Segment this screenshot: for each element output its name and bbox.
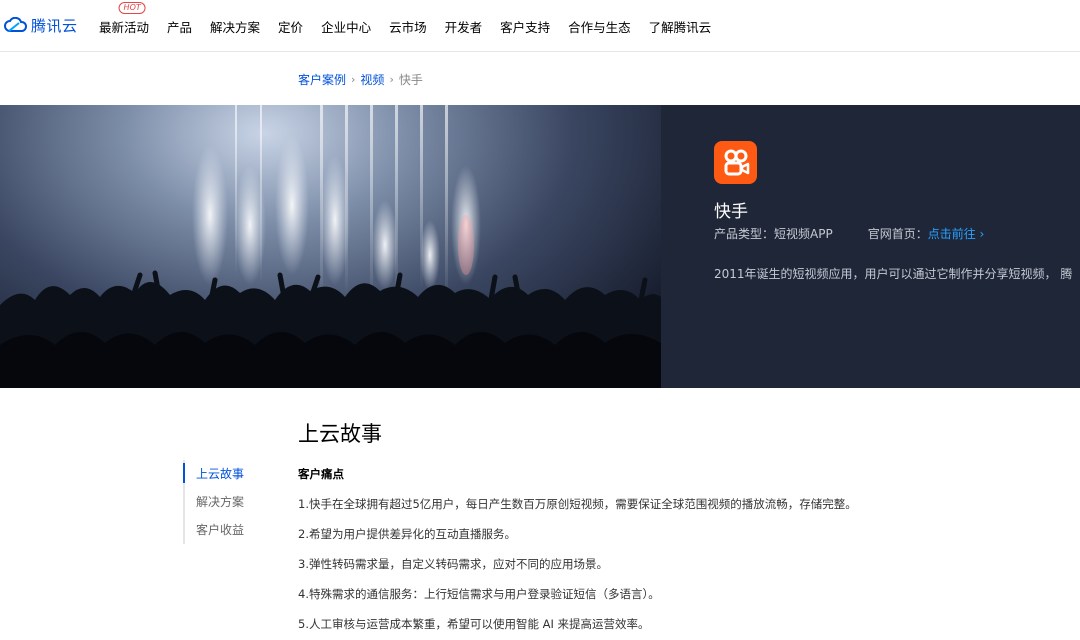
hot-badge: HOT	[118, 1, 146, 14]
nav-item-about[interactable]: 了解腾讯云	[640, 17, 721, 36]
side-nav-benefits[interactable]: 客户收益	[185, 516, 244, 544]
official-site-label: 官网首页：	[867, 227, 928, 241]
main-nav: 最新活动 HOT 产品 解决方案 定价 企业中心 云市场 开发者 客户支持 合作…	[90, 0, 720, 52]
concert-image	[0, 105, 661, 388]
nav-item-support[interactable]: 客户支持	[491, 17, 559, 36]
list-item: 2.希望为用户提供差异化的互动直播服务。	[298, 527, 516, 541]
section-title: 上云故事	[298, 422, 382, 446]
hero-banner: 快手 产品类型：短视频APP 官网首页：点击前往 › 2011年诞生的短视频应用…	[0, 105, 1080, 388]
chevron-right-icon: ›	[389, 72, 394, 86]
nav-item-enterprise[interactable]: 企业中心	[312, 17, 380, 36]
app-meta: 产品类型：短视频APP 官网首页：点击前往 ›	[714, 225, 984, 242]
official-site: 官网首页：点击前往 ›	[868, 225, 985, 242]
app-name: 快手	[714, 202, 748, 222]
top-nav: 腾讯云 最新活动 HOT 产品 解决方案 定价 企业中心 云市场 开发者 客户支…	[0, 0, 1080, 52]
kuaishou-app-icon	[714, 141, 757, 184]
chevron-right-icon: ›	[979, 227, 985, 241]
chevron-right-icon: ›	[351, 72, 356, 86]
list-item: 1.快手在全球拥有超过5亿用户，每日产生数百万原创短视频，需要保证全球范围视频的…	[298, 497, 857, 511]
brand-logo[interactable]: 腾讯云	[4, 14, 78, 36]
nav-item-activities[interactable]: 最新活动 HOT	[90, 1, 158, 36]
breadcrumb-customer-cases[interactable]: 客户案例	[298, 71, 346, 88]
nav-item-products[interactable]: 产品	[158, 17, 201, 36]
cloud-logo-icon	[4, 17, 28, 32]
nav-item-developers[interactable]: 开发者	[436, 17, 492, 36]
side-nav-story[interactable]: 上云故事	[182, 460, 244, 488]
concert-illustration	[0, 105, 661, 388]
product-type: 产品类型：短视频APP	[714, 227, 833, 241]
list-item: 4.特殊需求的通信服务：上行短信需求与用户登录验证短信（多语言）。	[298, 587, 660, 601]
breadcrumb: 客户案例 › 视频 › 快手	[298, 71, 423, 87]
video-camera-icon	[724, 149, 749, 175]
breadcrumb-video[interactable]: 视频	[360, 71, 384, 88]
nav-item-marketplace[interactable]: 云市场	[380, 17, 436, 36]
nav-item-pricing[interactable]: 定价	[269, 17, 312, 36]
nav-item-label: 最新活动	[99, 19, 150, 35]
breadcrumb-current: 快手	[398, 72, 423, 87]
list-item: 5.人工审核与运营成本繁重，希望可以使用智能 AI 来提高运营效率。	[298, 617, 650, 631]
side-nav-solution[interactable]: 解决方案	[185, 488, 244, 516]
logo-text: 腾讯云	[31, 16, 78, 35]
nav-item-solutions[interactable]: 解决方案	[201, 17, 269, 36]
app-description: 2011年诞生的短视频应用，用户可以通过它制作并分享短视频， 腾	[714, 267, 1073, 281]
official-site-link-text: 点击前往	[927, 227, 976, 241]
side-nav: 上云故事 解决方案 客户收益	[182, 460, 244, 544]
list-item: 3.弹性转码需求量，自定义转码需求，应对不同的应用场景。	[298, 557, 608, 571]
nav-item-partners[interactable]: 合作与生态	[559, 17, 640, 36]
official-site-link[interactable]: 点击前往 ›	[928, 227, 985, 241]
pain-points-title: 客户痛点	[298, 467, 344, 481]
pain-points-list: 1.快手在全球拥有超过5亿用户，每日产生数百万原创短视频，需要保证全球范围视频的…	[298, 496, 857, 640]
